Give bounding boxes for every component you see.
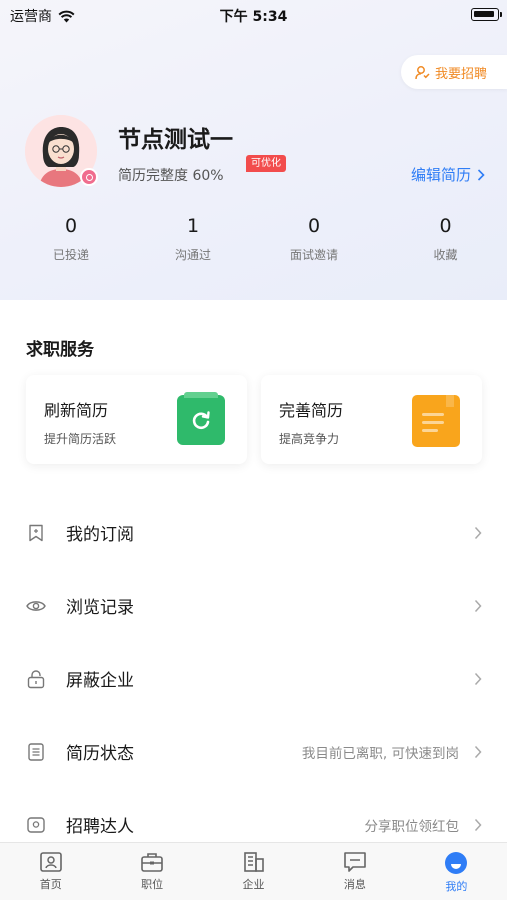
card-title: 完善简历 [279, 401, 344, 420]
tab-label: 首页 [39, 878, 62, 891]
stat-value: 0 [64, 215, 78, 237]
tab-companies[interactable]: 企业 [203, 843, 304, 900]
menu-list: 我的订阅 浏览记录 屏蔽企业 简历状态 我目前已离职, 可快速到岗 招聘达人 分… [0, 496, 507, 861]
building-icon [243, 852, 264, 872]
message-icon [344, 852, 366, 872]
menu-item-blocked-companies[interactable]: 屏蔽企业 [0, 642, 507, 715]
lock-icon [26, 669, 46, 689]
resume-completeness: 简历完整度 60% [118, 168, 224, 184]
document-icon [412, 395, 460, 447]
stats-row: 0 已投递 1 沟通过 0 面试邀请 0 收藏 [0, 215, 507, 263]
refresh-resume-card[interactable]: 刷新简历 提升简历活跃 [26, 375, 247, 464]
profile-icon [445, 852, 468, 874]
badge-icon [26, 815, 46, 835]
stat-interviews[interactable]: 0 面试邀请 [244, 215, 384, 263]
tab-messages[interactable]: 消息 [304, 843, 405, 900]
status-time: 下午 5:34 [219, 9, 288, 25]
stat-label: 面试邀请 [289, 248, 338, 262]
job-services-title: 求职服务 [26, 340, 94, 360]
stat-value: 0 [439, 215, 452, 237]
card-subtitle: 提高竞争力 [279, 432, 340, 446]
stat-contacted[interactable]: 1 沟通过 [142, 215, 244, 263]
chevron-right-icon [471, 672, 485, 686]
bottom-tab-bar: 首页 职位 企业 消息 我的 [0, 842, 507, 900]
stat-label: 收藏 [433, 248, 458, 262]
tab-label: 我的 [445, 880, 468, 893]
battery-icon [471, 8, 502, 21]
recruit-button[interactable]: 我要招聘 [401, 55, 507, 89]
status-bar: 运营商 下午 5:34 [0, 0, 507, 30]
menu-item-browse-history[interactable]: 浏览记录 [0, 569, 507, 642]
tab-jobs[interactable]: 职位 [101, 843, 202, 900]
stat-value: 1 [186, 215, 200, 237]
eye-icon [26, 596, 46, 616]
menu-hint: 分享职位领红包 [364, 818, 460, 835]
optimize-tag[interactable]: 可优化 [246, 155, 286, 172]
user-name: 节点测试一 [118, 127, 233, 153]
stat-label: 沟通过 [174, 248, 211, 262]
menu-label: 我的订阅 [66, 525, 134, 545]
recruit-label: 我要招聘 [435, 66, 488, 82]
chevron-right-icon [471, 818, 485, 832]
menu-hint: 我目前已离职, 可快速到岗 [301, 745, 459, 762]
tab-home[interactable]: 首页 [0, 843, 101, 900]
tab-mine[interactable]: 我的 [406, 843, 507, 900]
tab-label: 消息 [343, 878, 366, 891]
stat-value: 0 [307, 215, 321, 237]
female-icon [80, 168, 98, 186]
menu-label: 屏蔽企业 [66, 671, 134, 691]
menu-item-subscriptions[interactable]: 我的订阅 [0, 496, 507, 569]
card-title: 刷新简历 [44, 401, 109, 420]
chevron-right-icon [471, 599, 485, 613]
menu-label: 浏览记录 [66, 598, 134, 618]
chevron-right-icon [471, 526, 485, 540]
card-subtitle: 提升简历活跃 [44, 432, 117, 446]
improve-resume-card[interactable]: 完善简历 提高竞争力 [261, 375, 482, 464]
chevron-right-icon [471, 745, 485, 759]
bookmark-icon [26, 523, 46, 543]
briefcase-icon [141, 853, 163, 872]
chevron-right-icon [477, 168, 485, 181]
stat-favorites[interactable]: 0 收藏 [384, 215, 507, 263]
tab-label: 企业 [242, 878, 265, 891]
edit-resume-label: 编辑简历 [410, 166, 471, 184]
menu-label: 简历状态 [66, 744, 134, 764]
home-icon [39, 852, 62, 872]
stat-label: 已投递 [52, 248, 89, 262]
edit-resume-link[interactable]: 编辑简历 [411, 164, 485, 185]
menu-label: 招聘达人 [66, 817, 134, 837]
stat-applied[interactable]: 0 已投递 [0, 215, 142, 263]
refresh-icon [177, 392, 225, 445]
menu-item-resume-status[interactable]: 简历状态 我目前已离职, 可快速到岗 [0, 715, 507, 788]
recruiter-icon [415, 65, 430, 79]
list-icon [26, 742, 46, 762]
tab-label: 职位 [141, 878, 164, 891]
